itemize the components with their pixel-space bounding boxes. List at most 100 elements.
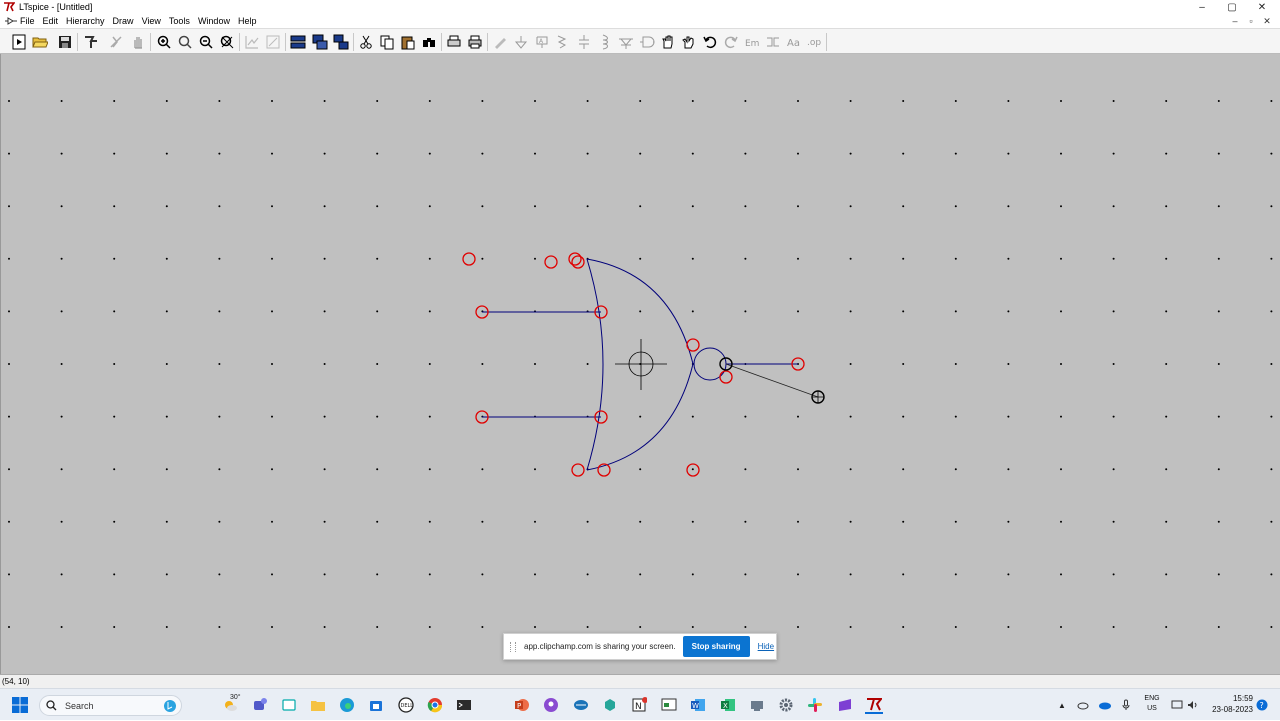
hide-link[interactable]: Hide: [758, 642, 774, 651]
settings-icon[interactable]: [777, 696, 795, 714]
cascade-icon[interactable]: [332, 33, 350, 51]
rotate-icon[interactable]: Em: [743, 33, 761, 51]
grid-dot: [954, 152, 957, 155]
zoom-fit-icon[interactable]: [218, 33, 236, 51]
find-icon[interactable]: [420, 33, 438, 51]
mdi-restore-button[interactable]: ▫: [1245, 14, 1257, 28]
tray-overflow-icon[interactable]: ▲: [1055, 689, 1069, 721]
minimize-button[interactable]: –: [1187, 0, 1217, 14]
open-icon[interactable]: [31, 33, 49, 51]
word-icon[interactable]: W: [689, 696, 707, 714]
halt-icon[interactable]: [129, 33, 147, 51]
new-schematic-icon[interactable]: [10, 33, 28, 51]
ltspice-icon[interactable]: [865, 696, 883, 714]
grid-dot: [376, 520, 379, 523]
autorange-icon[interactable]: [243, 33, 261, 51]
grid-dot: [376, 468, 379, 471]
resistor-icon[interactable]: [554, 33, 572, 51]
onenote-icon[interactable]: N: [630, 696, 648, 714]
maximize-button[interactable]: ▢: [1217, 0, 1247, 14]
menu-view[interactable]: View: [142, 16, 161, 26]
label-icon[interactable]: A: [533, 33, 551, 51]
language-indicator[interactable]: ENG US: [1140, 694, 1164, 714]
grid-dot: [218, 152, 221, 155]
onedrive-icon[interactable]: [1097, 689, 1113, 721]
save-icon[interactable]: [56, 33, 74, 51]
drag-icon[interactable]: [680, 33, 698, 51]
schematic-drawing[interactable]: [1, 54, 1280, 674]
probe-icon[interactable]: [264, 33, 282, 51]
edge-icon[interactable]: [338, 696, 356, 714]
inductor-icon[interactable]: [596, 33, 614, 51]
menu-hierarchy[interactable]: Hierarchy: [66, 16, 105, 26]
text-icon[interactable]: Aa: [785, 33, 803, 51]
podcast-icon[interactable]: [542, 696, 560, 714]
stop-sharing-button[interactable]: Stop sharing: [682, 636, 750, 657]
menu-draw[interactable]: Draw: [113, 16, 134, 26]
cut-icon[interactable]: [357, 33, 375, 51]
schematic-canvas[interactable]: [0, 54, 1280, 674]
schematic-doc-icon[interactable]: [4, 15, 18, 27]
teams-icon[interactable]: [251, 696, 269, 714]
store-icon[interactable]: [367, 696, 385, 714]
terminal-icon[interactable]: [455, 696, 473, 714]
menu-window[interactable]: Window: [198, 16, 230, 26]
menu-edit[interactable]: Edit: [43, 16, 59, 26]
tile-vertical-icon[interactable]: [311, 33, 329, 51]
help-icon[interactable]: ?: [1255, 689, 1269, 721]
network-cloud-icon[interactable]: [1075, 689, 1091, 721]
file-explorer-icon[interactable]: [309, 696, 327, 714]
taskview-icon[interactable]: [280, 696, 298, 714]
grid-dot: [218, 310, 221, 313]
zoom-out-icon[interactable]: [197, 33, 215, 51]
zoom-pan-icon[interactable]: [176, 33, 194, 51]
volume-icon[interactable]: [1185, 689, 1201, 721]
whiteboard-icon[interactable]: [660, 696, 678, 714]
chrome-icon[interactable]: [426, 696, 444, 714]
paste-icon[interactable]: [399, 33, 417, 51]
copy-icon[interactable]: [378, 33, 396, 51]
wire-icon[interactable]: [491, 33, 509, 51]
ground-icon[interactable]: [512, 33, 530, 51]
component-icon[interactable]: [638, 33, 656, 51]
mdi-minimize-button[interactable]: –: [1229, 14, 1241, 28]
run-icon[interactable]: [107, 33, 125, 51]
undo-icon[interactable]: [701, 33, 719, 51]
excel-icon[interactable]: X: [719, 696, 737, 714]
windows-start-icon[interactable]: [12, 697, 28, 713]
browser-icon[interactable]: [601, 696, 619, 714]
taskbar-search[interactable]: Search: [39, 695, 182, 716]
menu-help[interactable]: Help: [238, 16, 257, 26]
grid-dot: [1112, 626, 1115, 628]
clock[interactable]: 15:59 23-08-2023: [1205, 693, 1253, 715]
remote-icon[interactable]: [748, 696, 766, 714]
close-button[interactable]: ✕: [1247, 0, 1277, 14]
grid-dot: [60, 573, 63, 576]
tile-horizontal-icon[interactable]: [289, 33, 307, 51]
photos-icon[interactable]: [572, 696, 590, 714]
menu-file[interactable]: File: [20, 16, 35, 26]
mdi-close-button[interactable]: ✕: [1261, 14, 1273, 28]
dell-icon[interactable]: DELL: [397, 696, 415, 714]
move-icon[interactable]: [659, 33, 677, 51]
grid-dot: [1165, 363, 1168, 365]
mirror-icon[interactable]: [764, 33, 782, 51]
control-panel-icon[interactable]: [82, 33, 100, 51]
capacitor-icon[interactable]: [575, 33, 593, 51]
svg-text:P: P: [517, 702, 521, 710]
drag-grip-icon[interactable]: [510, 641, 516, 652]
microphone-icon[interactable]: [1119, 689, 1133, 721]
grid-dot: [1217, 100, 1220, 102]
print-setup-icon[interactable]: [445, 33, 463, 51]
grid-dot: [60, 205, 63, 208]
zoom-in-icon[interactable]: [155, 33, 173, 51]
print-icon[interactable]: [466, 33, 484, 51]
spice-directive-icon[interactable]: .op: [806, 33, 824, 51]
menu-tools[interactable]: Tools: [169, 16, 190, 26]
slack-icon[interactable]: [806, 696, 824, 714]
wifi-icon[interactable]: [1169, 689, 1185, 721]
diode-icon[interactable]: [617, 33, 635, 51]
clipchamp-icon[interactable]: [836, 696, 854, 714]
powerpoint-icon[interactable]: P: [513, 696, 531, 714]
redo-icon[interactable]: [722, 33, 740, 51]
